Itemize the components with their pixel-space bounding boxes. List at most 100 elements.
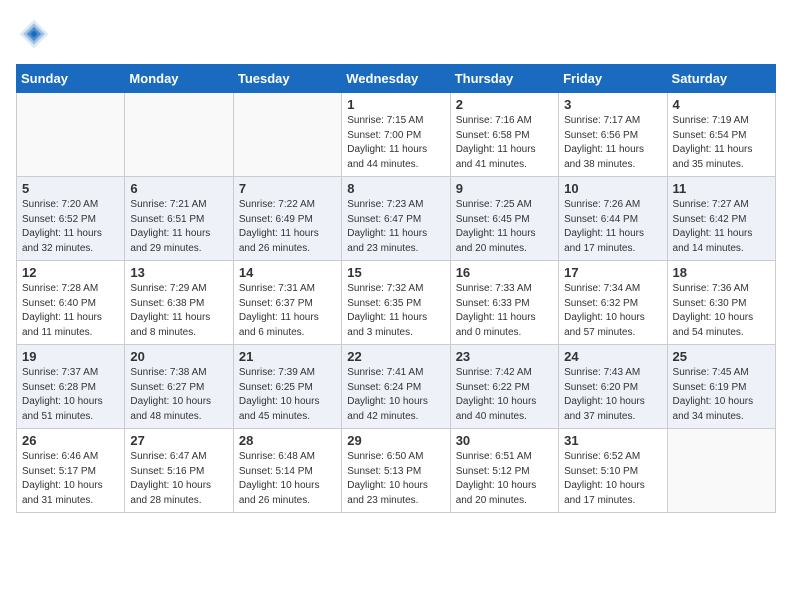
day-number: 6	[130, 181, 227, 196]
calendar-cell: 11 Sunrise: 7:27 AM Sunset: 6:42 PM Dayli…	[667, 177, 775, 261]
day-info: Sunrise: 6:48 AM Sunset: 5:14 PM Dayligh…	[239, 450, 336, 508]
calendar-cell: 17 Sunrise: 7:34 AM Sunset: 6:32 PM Dayli…	[559, 261, 667, 345]
day-info: Sunrise: 7:39 AM Sunset: 6:25 PM Dayligh…	[239, 366, 336, 424]
day-number: 22	[347, 349, 444, 364]
day-number: 15	[347, 265, 444, 280]
calendar-cell: 1 Sunrise: 7:15 AM Sunset: 7:00 PM Daylig…	[342, 93, 450, 177]
day-info: Sunrise: 7:15 AM Sunset: 7:00 PM Dayligh…	[347, 114, 444, 172]
calendar-cell: 20Sunrise: 7:38 AM Sunset: 6:27 PM Dayli…	[125, 345, 233, 429]
day-info: Sunrise: 7:21 AM Sunset: 6:51 PM Dayligh…	[130, 198, 227, 256]
day-number: 2	[456, 97, 553, 112]
day-info: Sunrise: 6:46 AM Sunset: 5:17 PM Dayligh…	[22, 450, 119, 508]
day-number: 1	[347, 97, 444, 112]
day-info: Sunrise: 7:37 AM Sunset: 6:28 PM Dayligh…	[22, 366, 119, 424]
calendar-cell: 31 Sunrise: 6:52 AM Sunset: 5:10 PM Dayli…	[559, 429, 667, 513]
day-number: 24	[564, 349, 661, 364]
day-number: 13	[130, 265, 227, 280]
weekday-header-friday: Friday	[559, 65, 667, 93]
weekday-header-thursday: Thursday	[450, 65, 558, 93]
calendar-cell: 2Sunrise: 7:16 AM Sunset: 6:58 PM Daylig…	[450, 93, 558, 177]
calendar-cell: 3 Sunrise: 7:17 AM Sunset: 6:56 PM Daylig…	[559, 93, 667, 177]
day-info: Sunrise: 6:47 AM Sunset: 5:16 PM Dayligh…	[130, 450, 227, 508]
day-info: Sunrise: 7:20 AM Sunset: 6:52 PM Dayligh…	[22, 198, 119, 256]
calendar-week-row: 1 Sunrise: 7:15 AM Sunset: 7:00 PM Daylig…	[17, 93, 776, 177]
calendar-cell: 8 Sunrise: 7:23 AM Sunset: 6:47 PM Daylig…	[342, 177, 450, 261]
day-number: 17	[564, 265, 661, 280]
day-number: 26	[22, 433, 119, 448]
day-number: 10	[564, 181, 661, 196]
calendar-cell: 12Sunrise: 7:28 AM Sunset: 6:40 PM Dayli…	[17, 261, 125, 345]
calendar-cell: 23 Sunrise: 7:42 AM Sunset: 6:22 PM Dayli…	[450, 345, 558, 429]
calendar-cell: 9Sunrise: 7:25 AM Sunset: 6:45 PM Daylig…	[450, 177, 558, 261]
calendar-cell	[233, 93, 341, 177]
day-info: Sunrise: 7:33 AM Sunset: 6:33 PM Dayligh…	[456, 282, 553, 340]
day-info: Sunrise: 7:34 AM Sunset: 6:32 PM Dayligh…	[564, 282, 661, 340]
day-number: 25	[673, 349, 770, 364]
day-number: 31	[564, 433, 661, 448]
day-info: Sunrise: 7:38 AM Sunset: 6:27 PM Dayligh…	[130, 366, 227, 424]
day-number: 5	[22, 181, 119, 196]
calendar-cell: 5 Sunrise: 7:20 AM Sunset: 6:52 PM Daylig…	[17, 177, 125, 261]
weekday-header-tuesday: Tuesday	[233, 65, 341, 93]
day-info: Sunrise: 7:22 AM Sunset: 6:49 PM Dayligh…	[239, 198, 336, 256]
weekday-header-wednesday: Wednesday	[342, 65, 450, 93]
day-info: Sunrise: 7:26 AM Sunset: 6:44 PM Dayligh…	[564, 198, 661, 256]
day-number: 19	[22, 349, 119, 364]
day-info: Sunrise: 7:43 AM Sunset: 6:20 PM Dayligh…	[564, 366, 661, 424]
calendar-cell: 4 Sunrise: 7:19 AM Sunset: 6:54 PM Daylig…	[667, 93, 775, 177]
day-number: 4	[673, 97, 770, 112]
calendar-cell: 25Sunrise: 7:45 AM Sunset: 6:19 PM Dayli…	[667, 345, 775, 429]
calendar-cell: 6 Sunrise: 7:21 AM Sunset: 6:51 PM Daylig…	[125, 177, 233, 261]
calendar-header: SundayMondayTuesdayWednesdayThursdayFrid…	[17, 65, 776, 93]
calendar-week-row: 26 Sunrise: 6:46 AM Sunset: 5:17 PM Dayli…	[17, 429, 776, 513]
day-number: 29	[347, 433, 444, 448]
calendar-cell: 14Sunrise: 7:31 AM Sunset: 6:37 PM Dayli…	[233, 261, 341, 345]
day-number: 27	[130, 433, 227, 448]
day-info: Sunrise: 7:17 AM Sunset: 6:56 PM Dayligh…	[564, 114, 661, 172]
calendar-cell: 7 Sunrise: 7:22 AM Sunset: 6:49 PM Daylig…	[233, 177, 341, 261]
day-info: Sunrise: 7:42 AM Sunset: 6:22 PM Dayligh…	[456, 366, 553, 424]
calendar-cell	[667, 429, 775, 513]
calendar-cell	[125, 93, 233, 177]
calendar-week-row: 19 Sunrise: 7:37 AM Sunset: 6:28 PM Dayli…	[17, 345, 776, 429]
calendar-cell	[17, 93, 125, 177]
day-info: Sunrise: 7:32 AM Sunset: 6:35 PM Dayligh…	[347, 282, 444, 340]
day-info: Sunrise: 7:25 AM Sunset: 6:45 PM Dayligh…	[456, 198, 553, 256]
day-info: Sunrise: 6:52 AM Sunset: 5:10 PM Dayligh…	[564, 450, 661, 508]
day-number: 28	[239, 433, 336, 448]
weekday-header-row: SundayMondayTuesdayWednesdayThursdayFrid…	[17, 65, 776, 93]
calendar-cell: 22 Sunrise: 7:41 AM Sunset: 6:24 PM Dayli…	[342, 345, 450, 429]
calendar-cell: 15 Sunrise: 7:32 AM Sunset: 6:35 PM Dayli…	[342, 261, 450, 345]
day-info: Sunrise: 7:27 AM Sunset: 6:42 PM Dayligh…	[673, 198, 770, 256]
day-info: Sunrise: 7:19 AM Sunset: 6:54 PM Dayligh…	[673, 114, 770, 172]
day-info: Sunrise: 6:50 AM Sunset: 5:13 PM Dayligh…	[347, 450, 444, 508]
day-number: 7	[239, 181, 336, 196]
day-info: Sunrise: 7:31 AM Sunset: 6:37 PM Dayligh…	[239, 282, 336, 340]
calendar-week-row: 5 Sunrise: 7:20 AM Sunset: 6:52 PM Daylig…	[17, 177, 776, 261]
calendar-cell: 28 Sunrise: 6:48 AM Sunset: 5:14 PM Dayli…	[233, 429, 341, 513]
day-info: Sunrise: 7:23 AM Sunset: 6:47 PM Dayligh…	[347, 198, 444, 256]
day-number: 16	[456, 265, 553, 280]
calendar-cell: 29 Sunrise: 6:50 AM Sunset: 5:13 PM Dayli…	[342, 429, 450, 513]
day-number: 18	[673, 265, 770, 280]
day-number: 23	[456, 349, 553, 364]
day-info: Sunrise: 7:41 AM Sunset: 6:24 PM Dayligh…	[347, 366, 444, 424]
weekday-header-sunday: Sunday	[17, 65, 125, 93]
day-number: 30	[456, 433, 553, 448]
day-info: Sunrise: 7:28 AM Sunset: 6:40 PM Dayligh…	[22, 282, 119, 340]
calendar-cell: 16 Sunrise: 7:33 AM Sunset: 6:33 PM Dayli…	[450, 261, 558, 345]
calendar-body: 1 Sunrise: 7:15 AM Sunset: 7:00 PM Daylig…	[17, 93, 776, 513]
day-number: 3	[564, 97, 661, 112]
day-number: 8	[347, 181, 444, 196]
calendar-cell: 19 Sunrise: 7:37 AM Sunset: 6:28 PM Dayli…	[17, 345, 125, 429]
day-info: Sunrise: 6:51 AM Sunset: 5:12 PM Dayligh…	[456, 450, 553, 508]
calendar-cell: 10 Sunrise: 7:26 AM Sunset: 6:44 PM Dayli…	[559, 177, 667, 261]
calendar-cell: 24 Sunrise: 7:43 AM Sunset: 6:20 PM Dayli…	[559, 345, 667, 429]
logo-icon	[16, 16, 52, 52]
day-number: 11	[673, 181, 770, 196]
page-header	[16, 16, 776, 52]
calendar-cell: 26 Sunrise: 6:46 AM Sunset: 5:17 PM Dayli…	[17, 429, 125, 513]
weekday-header-saturday: Saturday	[667, 65, 775, 93]
calendar-cell: 27 Sunrise: 6:47 AM Sunset: 5:16 PM Dayli…	[125, 429, 233, 513]
day-number: 21	[239, 349, 336, 364]
